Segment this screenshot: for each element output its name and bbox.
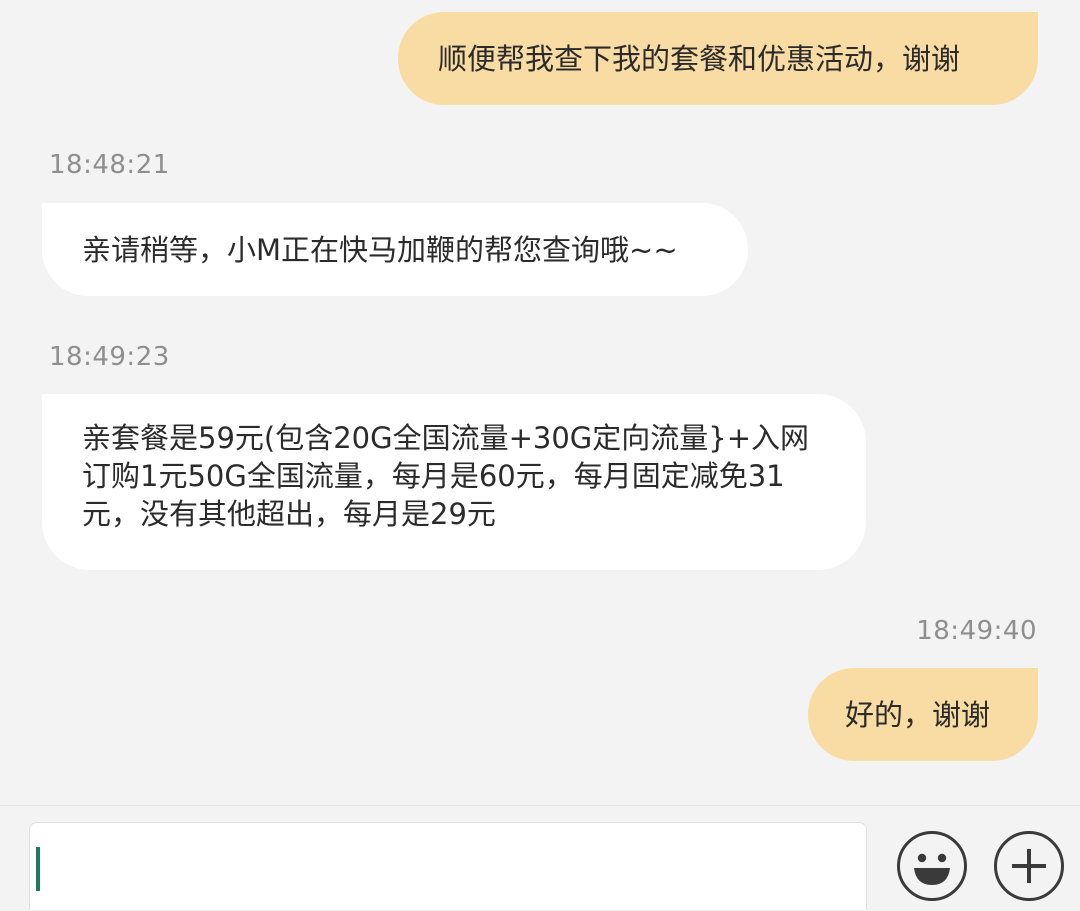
message-text: 顺便帮我查下我的套餐和优惠活动，谢谢 [438, 41, 961, 76]
incoming-message-bubble[interactable]: 亲请稍等，小M正在快马加鞭的帮您查询哦~~ [42, 203, 748, 296]
more-options-button[interactable] [994, 831, 1064, 901]
outgoing-message-bubble[interactable]: 顺便帮我查下我的套餐和优惠活动，谢谢 [398, 12, 1038, 105]
chat-message-list[interactable]: 顺便帮我查下我的套餐和优惠活动，谢谢 18:48:21 亲请稍等，小M正在快马加… [0, 0, 1080, 805]
emoji-button[interactable] [897, 831, 967, 901]
outgoing-message-bubble[interactable]: 好的，谢谢 [808, 668, 1038, 761]
message-timestamp: 18:49:40 [916, 616, 1037, 646]
message-timestamp: 18:48:21 [49, 150, 170, 180]
message-text: 好的，谢谢 [845, 697, 991, 732]
message-timestamp: 18:49:23 [49, 342, 170, 372]
message-text: 亲套餐是59元(包含20G全国流量+30G定向流量}+入网 订购1元50G全国流… [82, 421, 810, 531]
message-text: 亲请稍等，小M正在快马加鞭的帮您查询哦~~ [82, 232, 678, 267]
plus-icon [1012, 849, 1046, 883]
smiley-face-icon [914, 853, 950, 885]
message-input[interactable] [29, 822, 867, 910]
text-cursor [36, 847, 40, 891]
incoming-message-bubble[interactable]: 亲套餐是59元(包含20G全国流量+30G定向流量}+入网 订购1元50G全国流… [42, 394, 866, 570]
